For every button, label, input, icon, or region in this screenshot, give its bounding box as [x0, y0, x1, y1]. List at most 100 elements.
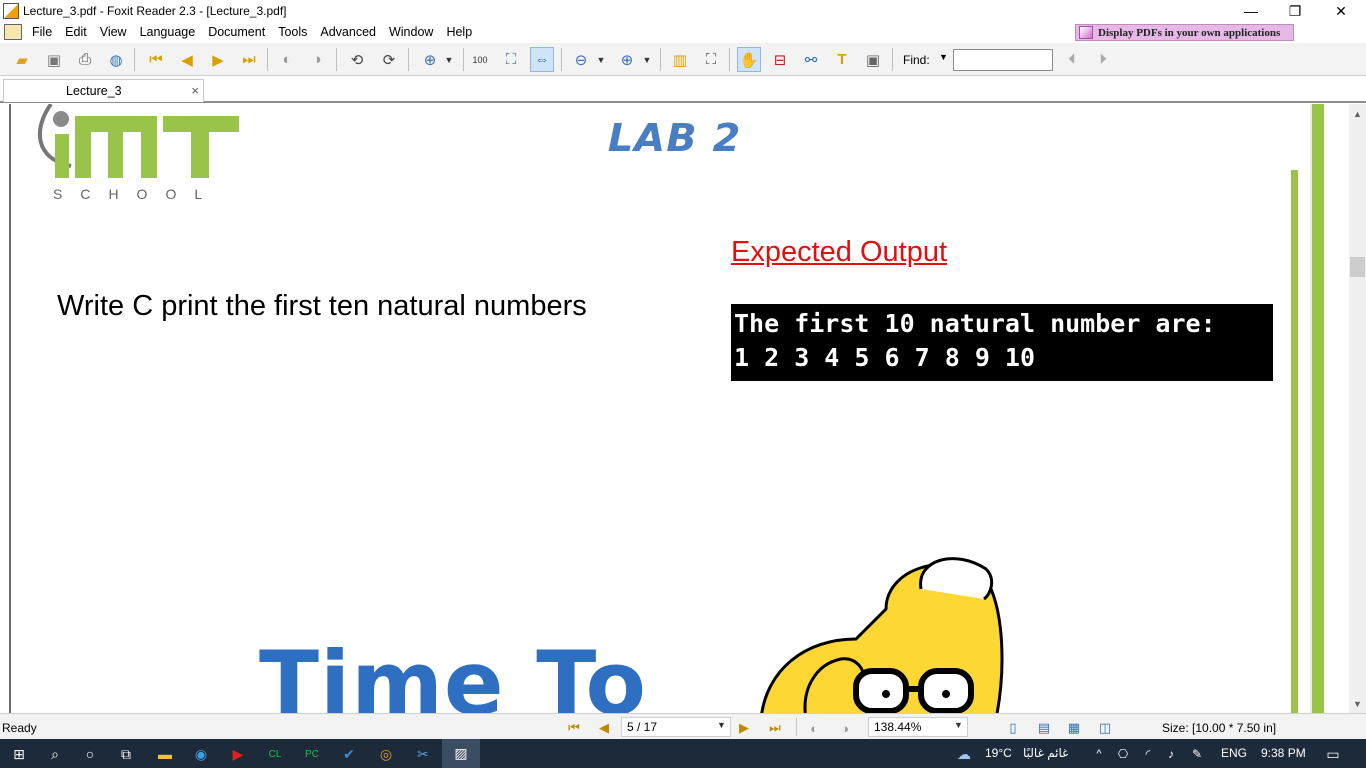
- single-page-view-icon[interactable]: ▯: [1005, 720, 1021, 736]
- windows-start-icon[interactable]: ⊞: [8, 743, 30, 765]
- zoom-out-icon[interactable]: ⊖: [569, 47, 593, 72]
- menu-help[interactable]: Help: [440, 25, 479, 39]
- promo-banner[interactable]: Display PDFs in your own applications: [1075, 24, 1294, 41]
- select-text-icon[interactable]: ⊟: [768, 47, 792, 72]
- minimize-button[interactable]: —: [1228, 0, 1274, 22]
- typewriter-tool-icon[interactable]: T: [830, 47, 854, 72]
- zoom-in-dropdown-icon[interactable]: ▼: [640, 47, 654, 72]
- svg-text:SCHOOL: SCHOOL: [53, 186, 220, 202]
- menu-language[interactable]: Language: [134, 25, 203, 39]
- pen-workspace-icon[interactable]: ✎: [1186, 743, 1208, 765]
- weather-icon[interactable]: ☁: [953, 743, 975, 765]
- toolbar-separator: [267, 48, 268, 71]
- save-icon[interactable]: ▣: [42, 47, 66, 72]
- file-explorer-icon[interactable]: ▬: [154, 743, 176, 765]
- zoom-out-dropdown-icon[interactable]: ▼: [594, 47, 608, 72]
- foxit-reader-taskbar-icon[interactable]: ▨: [442, 739, 480, 768]
- zoom-dropdown-icon[interactable]: ▼: [954, 720, 963, 730]
- zoom-level-field[interactable]: 138.44%: [868, 717, 968, 737]
- menu-advanced[interactable]: Advanced: [314, 25, 383, 39]
- input-language[interactable]: ENG: [1221, 746, 1247, 760]
- web-icon[interactable]: ◍: [104, 47, 128, 72]
- snapshot-camera-icon[interactable]: ▣: [861, 47, 885, 72]
- menu-edit[interactable]: Edit: [59, 25, 94, 39]
- chrome-icon[interactable]: ◎: [375, 743, 397, 765]
- document-tab[interactable]: Lecture_3 ×: [3, 79, 204, 102]
- last-page-icon[interactable]: ⏭: [237, 47, 261, 72]
- hand-tool-icon[interactable]: ✋: [737, 47, 761, 72]
- print-icon[interactable]: ⎙: [73, 47, 97, 72]
- weather-temperature[interactable]: 19°C: [985, 746, 1012, 760]
- bookmark-pane-icon[interactable]: ▥: [668, 47, 692, 72]
- fit-width-icon[interactable]: ⇔: [530, 47, 554, 72]
- continuous-facing-view-icon[interactable]: ◫: [1097, 720, 1113, 736]
- task-view-icon[interactable]: ⧉: [115, 743, 137, 765]
- weather-description[interactable]: غائم غالبًا: [1023, 746, 1068, 760]
- pycharm-icon[interactable]: PC: [301, 743, 323, 765]
- first-page-icon[interactable]: ⏮: [144, 47, 168, 72]
- status-back-icon[interactable]: ◐: [806, 720, 822, 736]
- console-line-1: The first 10 natural number are:: [734, 309, 1216, 338]
- page-size-text: Size: [10.00 * 7.50 in]: [1162, 721, 1277, 735]
- status-previous-page-icon[interactable]: ◀: [596, 720, 612, 736]
- status-next-page-icon[interactable]: ▶: [736, 720, 752, 736]
- page-number-field[interactable]: 5 / 17: [621, 717, 731, 737]
- fit-page-icon[interactable]: ⛶: [499, 47, 523, 72]
- toolbar-separator: [892, 48, 893, 71]
- clock-time[interactable]: 9:38 PM: [1261, 746, 1306, 760]
- clion-icon[interactable]: CL: [264, 743, 286, 765]
- facing-view-icon[interactable]: ▦: [1066, 720, 1082, 736]
- full-screen-icon[interactable]: ⛶: [699, 47, 723, 72]
- show-hidden-icons-icon[interactable]: ^: [1088, 743, 1110, 765]
- zoom-in-icon[interactable]: ⊕: [615, 47, 639, 72]
- restore-button[interactable]: ❐: [1272, 0, 1318, 22]
- menu-document[interactable]: Document: [202, 25, 272, 39]
- cortana-icon[interactable]: ○: [79, 743, 101, 765]
- search-binoculars-icon[interactable]: ⚯: [799, 47, 823, 72]
- previous-page-icon[interactable]: ◀: [175, 47, 199, 72]
- pdf-page[interactable]: SCHOOL LAB 2 Expected Output Write C pri…: [11, 104, 1311, 713]
- meet-now-icon[interactable]: ⎔: [1112, 743, 1134, 765]
- open-folder-icon[interactable]: ▰: [10, 47, 34, 72]
- zoom-in-tool-icon[interactable]: ⊕: [418, 47, 442, 72]
- menu-tools[interactable]: Tools: [272, 25, 314, 39]
- page-dropdown-icon[interactable]: ▼: [717, 720, 726, 730]
- toolbar-separator: [408, 48, 409, 71]
- vertical-scrollbar[interactable]: ▲ ▼: [1349, 104, 1366, 713]
- close-tab-icon[interactable]: ×: [191, 83, 199, 98]
- slide-accent-border: [1310, 104, 1324, 713]
- continuous-view-icon[interactable]: ▤: [1036, 720, 1052, 736]
- status-first-page-icon[interactable]: ⏮: [566, 720, 582, 736]
- status-last-page-icon[interactable]: ⏭: [767, 720, 783, 736]
- snipping-tool-icon[interactable]: ✂: [412, 743, 434, 765]
- notification-center-icon[interactable]: ▭: [1322, 743, 1344, 765]
- youtube-icon[interactable]: ▶: [227, 743, 249, 765]
- title-bar: Lecture_3.pdf - Foxit Reader 2.3 - [Lect…: [0, 0, 1366, 22]
- next-page-icon[interactable]: ▶: [206, 47, 230, 72]
- todo-icon[interactable]: ✔: [338, 743, 360, 765]
- scroll-up-icon[interactable]: ▲: [1353, 109, 1362, 119]
- scroll-down-icon[interactable]: ▼: [1353, 699, 1362, 709]
- scrollbar-thumb[interactable]: [1350, 257, 1365, 277]
- find-options-dropdown-icon[interactable]: ▼: [939, 52, 948, 62]
- menu-file[interactable]: File: [26, 25, 59, 39]
- status-forward-icon[interactable]: ◑: [837, 720, 853, 736]
- zoom-tool-dropdown-icon[interactable]: ▼: [442, 47, 456, 72]
- menu-view[interactable]: View: [94, 25, 134, 39]
- volume-icon[interactable]: ♪: [1160, 743, 1182, 765]
- edge-browser-icon[interactable]: ◉: [190, 743, 212, 765]
- find-input[interactable]: [953, 49, 1053, 71]
- document-tab-label: Lecture_3: [66, 84, 122, 98]
- find-previous-icon[interactable]: ⏴: [1060, 47, 1084, 72]
- rotate-right-icon[interactable]: ⟳: [377, 47, 401, 72]
- menu-window[interactable]: Window: [383, 25, 440, 39]
- go-back-icon[interactable]: ◐: [275, 47, 299, 72]
- rotate-left-icon[interactable]: ⟲: [345, 47, 369, 72]
- go-forward-icon[interactable]: ◑: [305, 47, 329, 72]
- find-next-icon[interactable]: ⏵: [1091, 47, 1115, 72]
- search-icon[interactable]: ⌕: [44, 743, 66, 765]
- document-menu-icon[interactable]: [4, 24, 22, 40]
- wifi-icon[interactable]: ◜: [1137, 743, 1159, 765]
- close-window-button[interactable]: ✕: [1318, 0, 1364, 22]
- actual-size-icon[interactable]: 100: [468, 47, 492, 72]
